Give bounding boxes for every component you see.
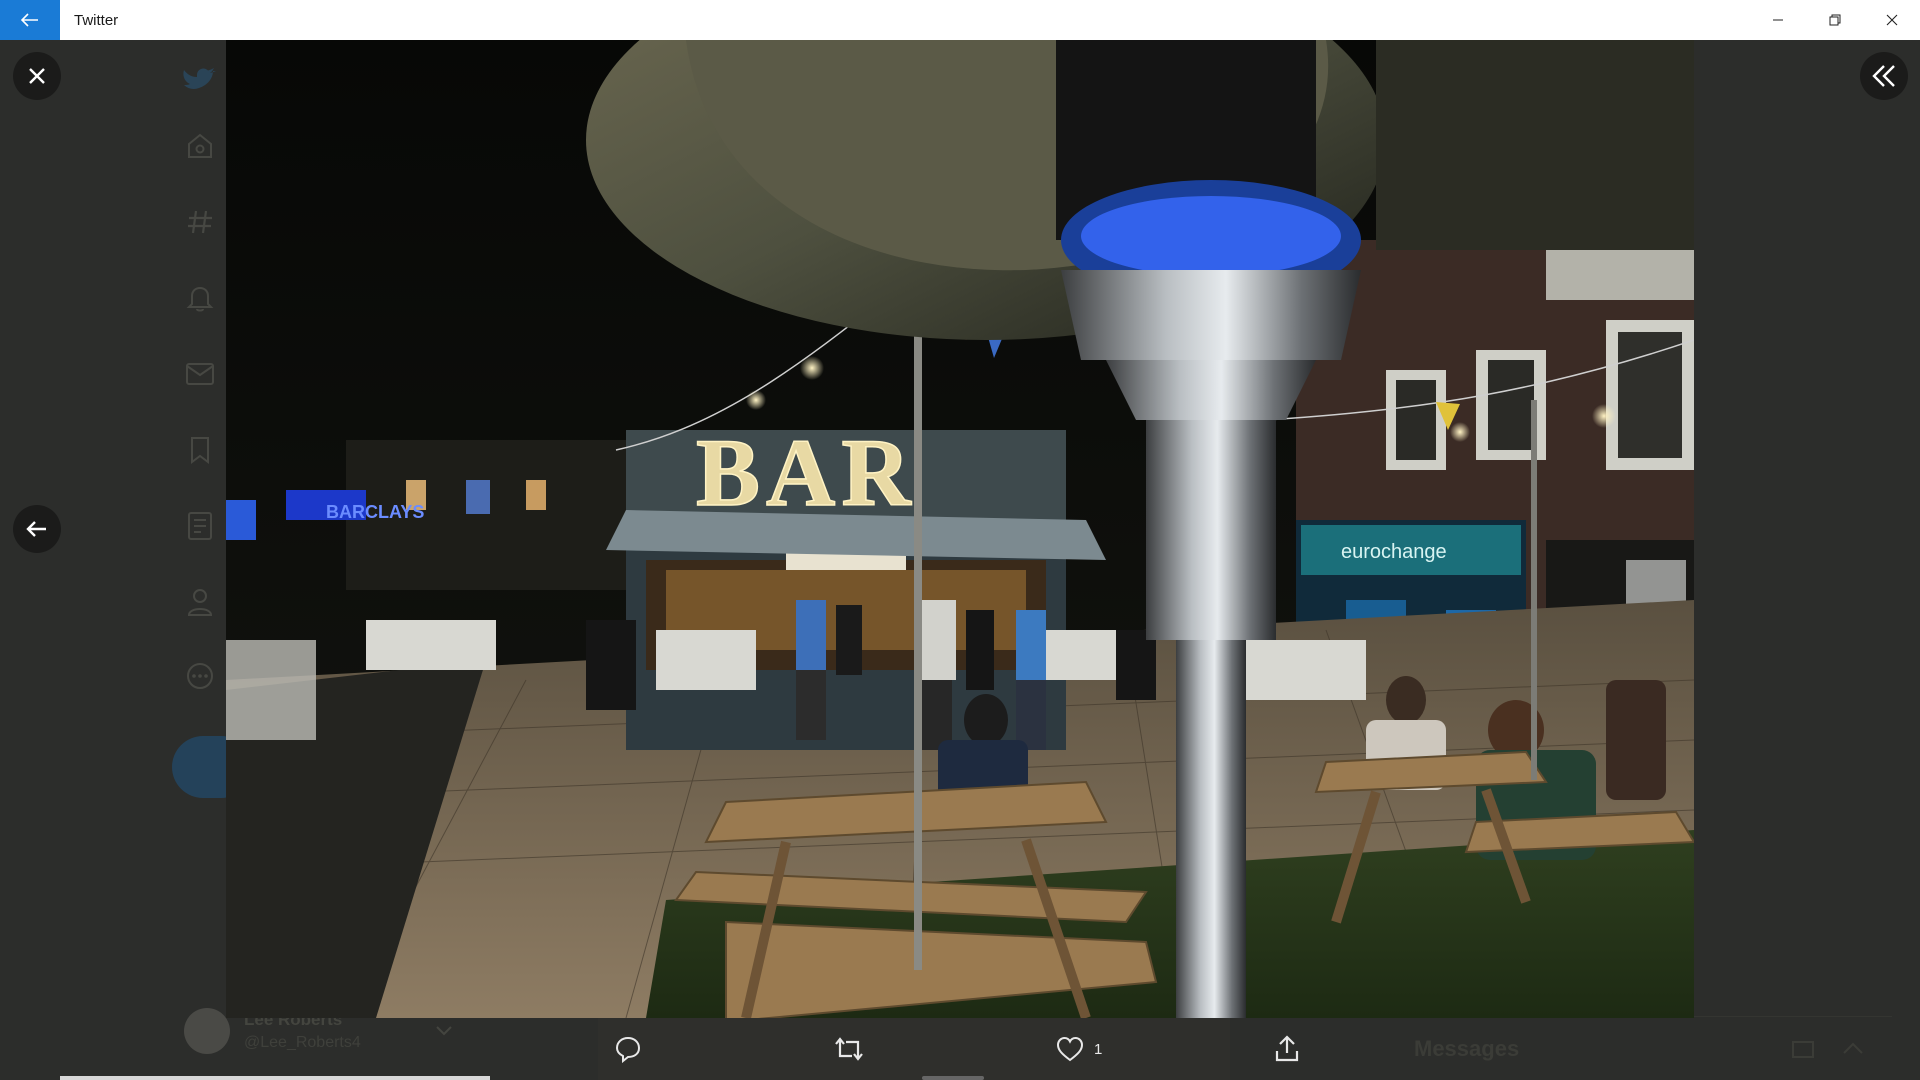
messages-envelope-icon[interactable] <box>170 344 230 404</box>
like-count: 1 <box>1094 1040 1103 1058</box>
home-icon[interactable] <box>170 116 230 176</box>
tweet-media-image: BARCLAYS eurochange BAR <box>226 40 1694 1018</box>
chevron-down-icon <box>436 1026 452 1036</box>
scroll-indicator <box>922 1076 984 1080</box>
bank-sign-text: BARCLAYS <box>326 502 424 522</box>
close-window-button[interactable] <box>1863 0 1920 40</box>
bookmarks-icon[interactable] <box>170 420 230 480</box>
like-button[interactable]: 1 <box>1056 1018 1102 1080</box>
twitter-logo-icon[interactable] <box>170 52 230 112</box>
exchange-sign-text: eurochange <box>1341 541 1447 563</box>
new-message-icon <box>1792 1041 1814 1058</box>
previous-media-button[interactable] <box>13 505 61 553</box>
messages-drawer[interactable]: Messages <box>1392 1016 1892 1080</box>
window-back-button[interactable] <box>0 0 60 40</box>
close-media-button[interactable] <box>13 52 61 100</box>
retweet-icon <box>835 1037 863 1061</box>
minimize-icon <box>1772 19 1783 21</box>
tweet-action-bar: 1 <box>598 1018 1299 1080</box>
more-options-icon[interactable] <box>170 646 230 706</box>
profile-person-icon[interactable] <box>170 572 230 632</box>
retweet-button[interactable] <box>834 1018 874 1080</box>
double-chevron-left-icon <box>1872 65 1895 87</box>
arrow-left-icon <box>26 521 46 537</box>
title-bar: Twitter <box>0 0 1920 40</box>
active-tab-indicator <box>60 1076 490 1080</box>
arrow-left-icon <box>21 13 38 27</box>
notifications-bell-icon[interactable] <box>170 268 230 328</box>
explore-hashtag-icon[interactable] <box>170 192 230 252</box>
window-title: Twitter <box>74 11 119 29</box>
avatar <box>184 1008 230 1054</box>
heart-icon <box>1056 1036 1084 1062</box>
chevron-up-icon <box>1843 1042 1863 1054</box>
profile-handle: @Lee_Roberts4 <box>244 1034 361 1051</box>
share-button[interactable] <box>1274 1018 1300 1080</box>
close-icon <box>29 68 45 84</box>
restore-button[interactable] <box>1806 0 1863 40</box>
reply-button[interactable] <box>614 1018 652 1080</box>
messages-title: Messages <box>1414 1035 1520 1061</box>
restore-icon <box>1829 14 1840 26</box>
lists-icon[interactable] <box>170 496 230 556</box>
bar-sign-text: BAR <box>696 419 917 526</box>
window-controls <box>1749 0 1920 40</box>
close-icon <box>1886 14 1897 26</box>
minimize-button[interactable] <box>1749 0 1806 40</box>
share-icon <box>1275 1035 1299 1062</box>
reply-bubble-icon <box>615 1036 641 1063</box>
expand-details-button[interactable] <box>1860 52 1908 100</box>
